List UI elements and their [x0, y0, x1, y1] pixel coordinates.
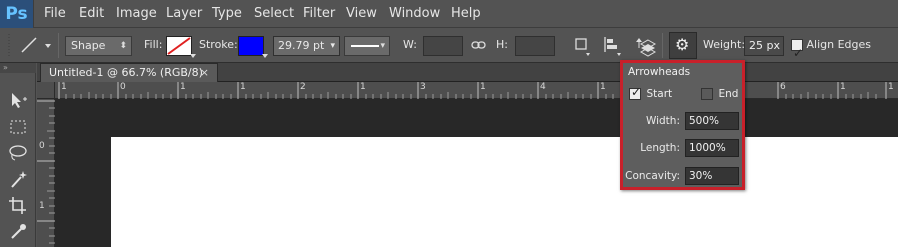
lasso-tool-icon[interactable]	[6, 143, 30, 165]
document-area: Untitled-1 @ 66.7% (RGB/8) × 1 0 1 1 2 1…	[37, 63, 898, 247]
fill-swatch[interactable]	[166, 36, 192, 56]
stroke-width-field[interactable]: 29.79 pt ▾	[273, 36, 340, 56]
arrow-concavity-label: Concavity:	[625, 170, 680, 182]
weight-field[interactable]: 25 px	[744, 36, 784, 56]
ruler-origin[interactable]	[37, 82, 55, 99]
menu-image[interactable]: Image	[116, 0, 157, 28]
arrow-width-label: Width:	[645, 115, 680, 127]
start-checkbox[interactable]	[629, 85, 641, 100]
ruler-number: 0	[39, 141, 45, 151]
ruler-number: 4	[540, 82, 546, 92]
ruler-number: 1	[600, 82, 606, 92]
document-canvas[interactable]	[111, 137, 898, 247]
menu-view[interactable]: View	[346, 0, 377, 28]
end-option[interactable]: End	[701, 87, 738, 100]
document-tabbar: Untitled-1 @ 66.7% (RGB/8) ×	[37, 63, 898, 82]
end-checkbox[interactable]	[701, 88, 713, 100]
ruler-number: 1	[888, 82, 894, 92]
path-arrangement-icon[interactable]	[632, 28, 658, 63]
align-edges-option[interactable]: Align Edges	[791, 28, 872, 70]
stroke-label: Stroke:	[199, 38, 238, 51]
path-alignment-icon[interactable]	[601, 28, 623, 63]
menu-layer[interactable]: Layer	[166, 0, 202, 28]
document-tab-title: Untitled-1 @ 66.7% (RGB/8)	[49, 66, 203, 79]
options-grip	[4, 28, 14, 63]
stroke-type-select[interactable]: ▾	[344, 36, 390, 56]
end-label: End	[718, 88, 739, 100]
start-label: Start	[646, 88, 673, 100]
stroke-swatch[interactable]	[238, 36, 264, 56]
menu-filter[interactable]: Filter	[303, 0, 335, 28]
width-field[interactable]	[423, 36, 463, 56]
menu-file[interactable]: File	[44, 0, 66, 28]
height-label: H:	[496, 38, 508, 51]
photoshop-logo: Ps	[0, 0, 34, 28]
updown-arrows-icon: ⬍	[119, 41, 127, 51]
vertical-ruler[interactable]: 0 1	[37, 99, 55, 247]
ruler-number: 3	[420, 82, 426, 92]
arrow-length-field[interactable]: 1000%	[685, 139, 739, 157]
weight-label: Weight:	[703, 38, 746, 51]
dropdown-arrow-icon: ▾	[380, 41, 385, 51]
ruler-number: 6	[780, 82, 786, 92]
tool-mode-value: Shape	[71, 39, 106, 52]
eyedropper-tool-icon[interactable]	[6, 221, 30, 243]
gear-icon: ⚙	[675, 35, 690, 54]
ruler-number: 1	[61, 82, 67, 92]
horizontal-ruler[interactable]: 1 0 1 1 2 1 3 1 4 1 5 1 6 1 1	[55, 82, 898, 99]
menu-edit[interactable]: Edit	[79, 0, 104, 28]
stroke-dropdown-arrow-icon	[262, 54, 268, 58]
panel-collapse-icon[interactable]: »	[0, 63, 36, 73]
width-label: W:	[403, 38, 417, 51]
menu-window[interactable]: Window	[389, 0, 440, 28]
arrow-width-field[interactable]: 500%	[685, 112, 739, 130]
menu-bar: Ps File Edit Image Layer Type Select Fil…	[0, 0, 898, 28]
ruler-number: 1	[180, 82, 186, 92]
geometry-options-button[interactable]: ⚙	[669, 32, 697, 59]
tool-mode-select[interactable]: Shape ⬍	[65, 36, 132, 56]
ruler-number: 1	[360, 82, 366, 92]
start-option[interactable]: Start	[629, 85, 673, 100]
ruler-number: 2	[300, 82, 306, 92]
magic-wand-tool-icon[interactable]	[6, 169, 30, 191]
weight-value: 25 px	[749, 39, 780, 52]
ruler-number: 1	[480, 82, 486, 92]
solid-line-icon	[351, 45, 379, 47]
menu-type[interactable]: Type	[212, 0, 242, 28]
divider	[662, 33, 663, 58]
link-icon[interactable]	[470, 28, 488, 63]
move-tool-icon[interactable]	[6, 90, 30, 112]
close-tab-icon[interactable]: ×	[200, 64, 209, 82]
tools-panel: »	[0, 63, 36, 247]
options-bar: Shape ⬍ Fill: Stroke: 29.79 pt ▾ ▾ W: H:…	[0, 28, 898, 70]
arrow-concavity-field[interactable]: 30%	[685, 167, 739, 185]
align-edges-checkbox[interactable]	[791, 36, 803, 70]
marquee-tool-icon[interactable]	[6, 117, 30, 139]
stroke-width-value: 29.79 pt	[278, 39, 325, 52]
ruler-number: 0	[120, 82, 126, 92]
document-tab[interactable]: Untitled-1 @ 66.7% (RGB/8) ×	[40, 63, 218, 82]
menu-help[interactable]: Help	[451, 0, 481, 28]
line-tool-icon	[21, 37, 51, 53]
crop-tool-icon[interactable]	[6, 195, 30, 217]
arrow-length-label: Length:	[640, 142, 680, 154]
divider	[58, 33, 59, 58]
arrowheads-title: Arrowheads	[628, 66, 691, 78]
ruler-number: 1	[840, 82, 846, 92]
menu-select[interactable]: Select	[254, 0, 294, 28]
arrowheads-panel: Arrowheads Start End Width: 500% Length:…	[620, 60, 745, 190]
tool-preset-picker[interactable]	[16, 28, 56, 63]
align-edges-label: Align Edges	[806, 38, 872, 51]
no-color-icon	[167, 37, 191, 55]
ruler-number: 1	[39, 201, 45, 211]
path-operations-icon[interactable]	[572, 28, 592, 63]
dropdown-arrow-icon: ▾	[330, 41, 335, 51]
fill-dropdown-arrow-icon	[190, 54, 196, 58]
height-field[interactable]	[515, 36, 555, 56]
ruler-number: 1	[240, 82, 246, 92]
fill-label: Fill:	[144, 38, 163, 51]
